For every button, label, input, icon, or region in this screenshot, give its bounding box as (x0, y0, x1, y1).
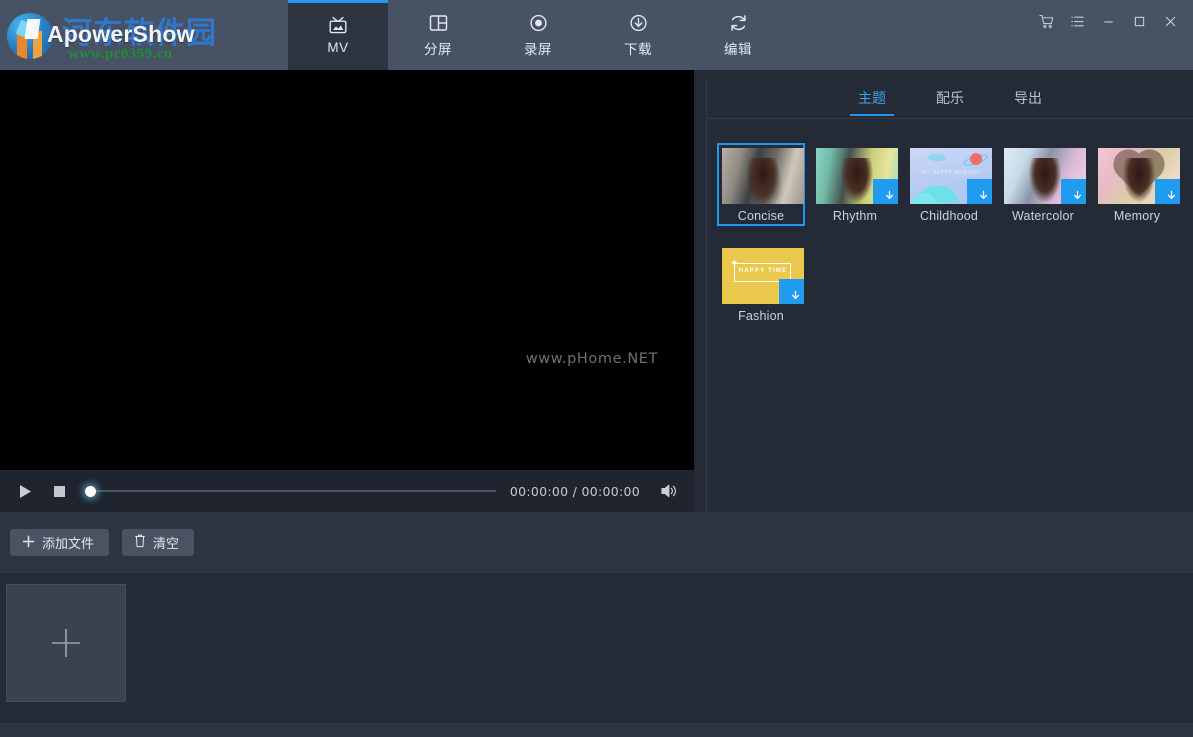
app-brand-name: ApowerShow (47, 21, 195, 47)
minimize-icon[interactable] (1094, 9, 1123, 34)
playback-time: 00:00:00 / 00:00:00 (509, 483, 640, 499)
tab-mv[interactable]: MV (288, 0, 388, 70)
tab-edit[interactable]: 编辑 (688, 0, 788, 70)
player-controls: 00:00:00 / 00:00:00 (0, 470, 694, 512)
theme-item-fashion[interactable]: ✦ HAPPY TIME Fashion (717, 243, 805, 326)
tab-download-label: 下载 (624, 41, 652, 57)
tab-mv-label: MV (327, 40, 349, 55)
theme-label: Watercolor (1012, 209, 1074, 223)
media-toolbar: 添加文件 清空 (0, 512, 1193, 573)
timeline-footer-bar (0, 723, 1193, 737)
edit-refresh-icon (728, 13, 749, 33)
tab-edit-label: 编辑 (724, 41, 752, 57)
volume-icon[interactable] (656, 478, 682, 504)
trash-icon (134, 534, 146, 551)
download-badge-icon[interactable] (873, 179, 898, 204)
site-watermark-url: www.pc0359.cn (68, 46, 173, 62)
theme-thumbnail (1004, 148, 1086, 204)
panel-tab-music-label: 配乐 (936, 90, 964, 106)
tab-record-screen-label: 录屏 (524, 41, 552, 57)
seek-bar[interactable] (84, 478, 496, 504)
preview-watermark: www.pHome.NET (525, 351, 658, 367)
record-icon (528, 13, 549, 33)
plus-icon (22, 535, 35, 551)
split-screen-icon (428, 13, 449, 33)
theme-item-childhood[interactable]: MY HAPPY MEMORY Childhood (905, 143, 993, 226)
theme-label: Fashion (738, 309, 784, 323)
theme-label: Memory (1113, 209, 1161, 223)
theme-thumbnail (1098, 148, 1180, 204)
add-media-tile[interactable] (6, 584, 126, 702)
close-icon[interactable] (1156, 9, 1185, 34)
cart-icon[interactable] (1032, 9, 1061, 34)
theme-thumbnail (722, 148, 804, 204)
panel-tab-music[interactable]: 配乐 (928, 80, 972, 116)
panel-tabs: 主题 配乐 导出 (707, 78, 1193, 119)
download-badge-icon[interactable] (779, 279, 804, 304)
seek-track (90, 490, 496, 492)
download-icon (628, 13, 649, 33)
theme-grid: Concise Rhythm MY HAPPY MEMORY Childhood… (707, 119, 1193, 326)
panel-tab-export[interactable]: 导出 (1006, 80, 1050, 116)
video-preview-area[interactable]: www.pHome.NET (0, 70, 694, 470)
theme-item-concise[interactable]: Concise (717, 143, 805, 226)
stop-button[interactable] (46, 478, 72, 504)
clear-label: 清空 (153, 536, 180, 551)
download-badge-icon[interactable] (967, 179, 992, 204)
theme-thumb-caption: MY HAPPY MEMORY (921, 170, 981, 176)
main-nav-tabs: MV 分屏 录屏 下载 编辑 (288, 0, 788, 70)
title-bar: 河东软件园 ApowerShow www.pc0359.cn MV 分屏 录屏 … (0, 0, 1193, 70)
tab-record-screen[interactable]: 录屏 (488, 0, 588, 70)
download-badge-icon[interactable] (1155, 179, 1180, 204)
tab-download[interactable]: 下载 (588, 0, 688, 70)
theme-item-memory[interactable]: Memory (1093, 143, 1181, 226)
theme-label: Rhythm (832, 209, 878, 223)
theme-item-rhythm[interactable]: Rhythm (811, 143, 899, 226)
theme-thumbnail (816, 148, 898, 204)
panel-tab-export-label: 导出 (1014, 90, 1042, 106)
app-logo: 河东软件园 ApowerShow www.pc0359.cn (0, 0, 288, 70)
tab-split-screen[interactable]: 分屏 (388, 0, 488, 70)
maximize-icon[interactable] (1125, 9, 1154, 34)
media-timeline (0, 573, 1193, 737)
theme-label: Concise (737, 209, 785, 223)
theme-thumbnail: ✦ HAPPY TIME (722, 248, 804, 304)
panel-tab-theme-label: 主题 (858, 90, 886, 106)
add-file-button[interactable]: 添加文件 (10, 529, 110, 556)
clear-button[interactable]: 清空 (122, 529, 195, 556)
tab-split-screen-label: 分屏 (424, 41, 452, 57)
theme-item-watercolor[interactable]: Watercolor (999, 143, 1087, 226)
theme-panel: 主题 配乐 导出 Concise Rhythm MY HAPPY MEMORY … (706, 78, 1193, 512)
tv-icon (327, 15, 349, 35)
play-button[interactable] (12, 478, 38, 504)
download-badge-icon[interactable] (1061, 179, 1086, 204)
theme-thumbnail: MY HAPPY MEMORY (910, 148, 992, 204)
add-file-label: 添加文件 (42, 536, 95, 551)
theme-thumb-caption: HAPPY TIME (738, 268, 788, 274)
window-controls (1032, 0, 1193, 70)
list-menu-icon[interactable] (1063, 9, 1092, 34)
panel-tab-theme[interactable]: 主题 (850, 80, 894, 116)
seek-handle[interactable] (85, 485, 96, 497)
theme-label: Childhood (919, 209, 979, 223)
